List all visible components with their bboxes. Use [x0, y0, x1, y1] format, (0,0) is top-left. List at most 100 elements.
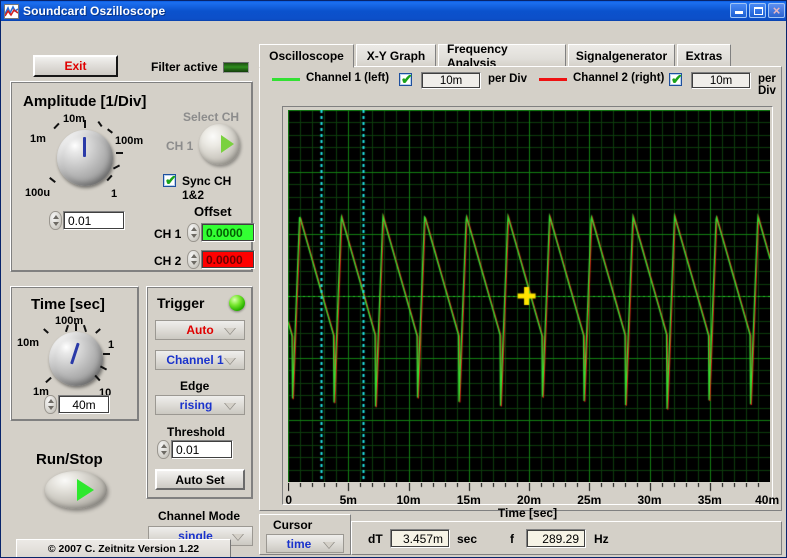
- offset-ch1-field[interactable]: 0.0000: [187, 223, 255, 242]
- x-axis-ticks: [288, 483, 770, 492]
- amplitude-knob-label-100m: 100m: [115, 135, 144, 147]
- chevron-down-icon: [224, 328, 236, 335]
- application-window: Soundcard Oszilloscope × Exit Filter act…: [0, 0, 787, 558]
- channel-2-color-swatch: [539, 78, 567, 81]
- amplitude-value-field[interactable]: 0.01: [49, 211, 125, 230]
- amplitude-spinner[interactable]: [49, 211, 62, 230]
- amplitude-knob-label-10m: 10m: [63, 113, 86, 125]
- frequency-value: 289.29: [526, 529, 586, 548]
- sync-channels-checkbox[interactable]: ✔: [163, 173, 177, 187]
- x-axis-tick-label: 25m: [577, 493, 602, 507]
- tab-strip: Oscilloscope X-Y Graph Frequency Analysi…: [259, 42, 782, 70]
- tab-frequency-analysis[interactable]: Frequency Analysis: [438, 42, 566, 70]
- tab-xy-graph-label: X-Y Graph: [366, 49, 426, 63]
- tab-signalgenerator[interactable]: Signalgenerator: [568, 44, 675, 68]
- time-value[interactable]: 40m: [58, 395, 110, 414]
- offset-ch2-label: CH 2: [154, 254, 182, 268]
- time-value-field[interactable]: 40m: [44, 395, 110, 414]
- exit-button[interactable]: Exit: [33, 55, 118, 77]
- offset-ch1-value[interactable]: 0.0000: [201, 223, 255, 242]
- time-knob-label-1: 1: [108, 339, 115, 351]
- trigger-source-value: Channel 1: [166, 353, 224, 367]
- trigger-panel: Trigger Auto Channel 1 Edge rising Thres…: [146, 286, 253, 499]
- select-channel-label: Select CH: [183, 110, 240, 124]
- cursor-measurements-panel: dT 3.457m sec f 289.29 Hz: [351, 521, 782, 555]
- cursor-bar: Cursor time dT 3.457m sec f 289.29 Hz: [259, 514, 782, 555]
- amplitude-knob-label-1: 1: [111, 188, 118, 200]
- minimize-button[interactable]: [730, 3, 747, 18]
- frequency-label: f: [510, 532, 514, 546]
- channel-2-per-div-value[interactable]: 10m: [691, 72, 751, 89]
- tab-extras[interactable]: Extras: [677, 44, 731, 68]
- trigger-title: Trigger: [157, 295, 205, 311]
- trigger-threshold-label: Threshold: [167, 425, 226, 439]
- auto-set-button[interactable]: Auto Set: [155, 469, 245, 490]
- time-title: Time [sec]: [31, 296, 105, 313]
- copyright-text: © 2007 C. Zeitnitz Version 1.22: [16, 539, 231, 557]
- channel-1-color-swatch: [272, 78, 300, 81]
- amplitude-title: Amplitude [1/Div]: [23, 93, 147, 110]
- time-spinner[interactable]: [44, 395, 57, 414]
- window-body: Exit Filter active Amplitude [1/Div] 10m…: [1, 21, 786, 557]
- amplitude-value[interactable]: 0.01: [63, 211, 125, 230]
- channel-1-label: Channel 1 (left): [306, 72, 390, 84]
- trigger-threshold-value[interactable]: 0.01: [171, 440, 233, 459]
- x-axis-tick-label: 15m: [456, 493, 481, 507]
- select-channel-value: CH 1: [166, 139, 194, 153]
- delta-t-value: 3.457m: [390, 529, 450, 548]
- filter-active-label: Filter active: [151, 60, 218, 74]
- trigger-threshold-field[interactable]: 0.01: [157, 440, 233, 459]
- tab-xy-graph[interactable]: X-Y Graph: [356, 44, 436, 68]
- channel-1-per-div-label: per Div: [488, 73, 527, 85]
- x-axis-tick-label: 30m: [637, 493, 662, 507]
- amplitude-knob[interactable]: [57, 130, 113, 186]
- threshold-spinner[interactable]: [157, 440, 170, 459]
- offset-ch2-spinner[interactable]: [187, 250, 200, 269]
- channel-1-per-div-value[interactable]: 10m: [421, 72, 481, 89]
- time-knob-label-10m: 10m: [17, 337, 40, 349]
- select-channel-arrow-icon: [221, 135, 234, 153]
- chevron-down-icon: [224, 358, 236, 365]
- tab-extras-label: Extras: [685, 49, 723, 63]
- x-axis-tick-label: 0: [285, 493, 293, 507]
- channel-mode-label: Channel Mode: [158, 509, 241, 523]
- close-button[interactable]: ×: [768, 3, 785, 18]
- run-stop-button[interactable]: [45, 471, 107, 509]
- time-panel: Time [sec] 100m 10m 1 1m 10 40m: [10, 286, 139, 421]
- close-icon: ×: [772, 3, 781, 18]
- offset-ch2-field[interactable]: 0.0000: [187, 250, 255, 269]
- offset-ch2-value[interactable]: 0.0000: [201, 250, 255, 269]
- cursor-mode-panel: Cursor time: [259, 514, 351, 555]
- chevron-down-icon: [323, 542, 335, 549]
- trigger-mode-combo[interactable]: Auto: [155, 320, 245, 340]
- maximize-button[interactable]: [749, 3, 766, 18]
- waveform-canvas[interactable]: [288, 110, 770, 482]
- tab-oscilloscope-label: Oscilloscope: [269, 49, 344, 63]
- amplitude-knob-label-1m: 1m: [30, 133, 46, 145]
- channel-2-label: Channel 2 (right): [573, 72, 665, 84]
- trigger-source-combo[interactable]: Channel 1: [155, 350, 245, 370]
- plot-frame: 0 5m 10m 15m 20m 25m 30m 35m 40m: [282, 106, 779, 507]
- time-knob[interactable]: [49, 332, 103, 386]
- oscilloscope-plot[interactable]: [288, 110, 770, 482]
- delta-t-label: dT: [368, 532, 383, 546]
- channel-legend-bar: Channel 1 (left) ✔ 10m per Div Channel 2…: [260, 69, 783, 97]
- offset-ch1-label: CH 1: [154, 227, 182, 241]
- x-axis-tick-label: 5m: [339, 493, 357, 507]
- x-axis-tick-label: 40m: [755, 493, 780, 507]
- window-controls: ×: [730, 3, 785, 18]
- trigger-edge-combo[interactable]: rising: [155, 395, 245, 415]
- chevron-down-icon: [224, 403, 236, 410]
- offset-ch1-spinner[interactable]: [187, 223, 200, 242]
- tab-oscilloscope[interactable]: Oscilloscope: [259, 44, 354, 68]
- title-bar: Soundcard Oszilloscope ×: [1, 1, 786, 21]
- window-title: Soundcard Oszilloscope: [23, 4, 166, 18]
- cursor-mode-combo[interactable]: time: [266, 534, 344, 553]
- x-axis: 0 5m 10m 15m 20m 25m 30m 35m 40m: [285, 483, 779, 507]
- channel-1-enable-checkbox[interactable]: ✔: [399, 72, 413, 86]
- run-stop-label: Run/Stop: [36, 451, 103, 468]
- play-icon: [77, 479, 94, 501]
- cursor-mode-value: time: [286, 536, 312, 551]
- channel-2-enable-checkbox[interactable]: ✔: [669, 72, 683, 86]
- select-channel-knob[interactable]: [199, 124, 240, 165]
